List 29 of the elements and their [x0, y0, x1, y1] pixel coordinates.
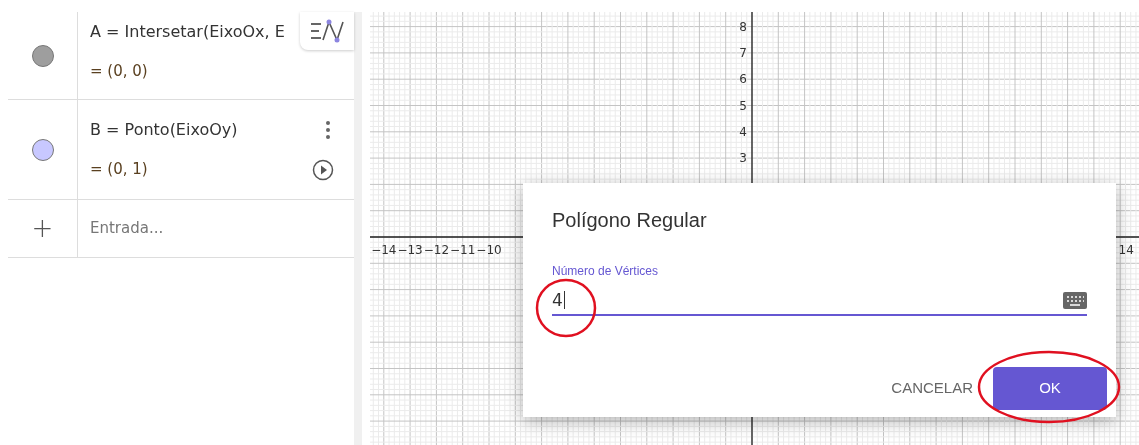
- number-input[interactable]: 4: [552, 286, 1087, 316]
- object-definition[interactable]: A = Intersetar(EixoOx, E: [90, 20, 285, 45]
- annotation-circle: [535, 278, 597, 338]
- object-value: = (0, 1): [90, 159, 148, 181]
- field-value: 4: [552, 291, 565, 309]
- axis-label: 14: [1118, 243, 1134, 257]
- axis-label: −11: [450, 243, 476, 257]
- axis-label: 3: [739, 151, 747, 166]
- more-options-icon[interactable]: [326, 121, 330, 140]
- axis-label: −12: [423, 243, 450, 257]
- graph-view-icon: [309, 18, 345, 44]
- dialog-title: Polígono Regular: [552, 208, 708, 233]
- add-symbol[interactable]: +: [31, 209, 54, 248]
- object-value: = (0, 0): [90, 61, 148, 83]
- field-label: Número de Vértices: [552, 263, 660, 280]
- axis-label: 8: [739, 19, 747, 34]
- keyboard-icon[interactable]: [1063, 291, 1087, 309]
- axis-label: −14: [371, 243, 397, 257]
- axis-label: 4: [739, 124, 747, 139]
- play-icon[interactable]: [312, 158, 334, 181]
- axis-label: 7: [739, 45, 747, 60]
- cancel-button[interactable]: CANCELAR: [891, 367, 973, 410]
- object-definition[interactable]: B = Ponto(EixoOy): [90, 118, 238, 143]
- style-bar-toggle[interactable]: [300, 12, 354, 50]
- axis-label: 6: [739, 72, 747, 87]
- axis-label: −10: [476, 243, 502, 257]
- axis-label: −13: [397, 243, 423, 257]
- ok-button[interactable]: OK: [993, 367, 1107, 410]
- axis-label: 5: [739, 98, 747, 113]
